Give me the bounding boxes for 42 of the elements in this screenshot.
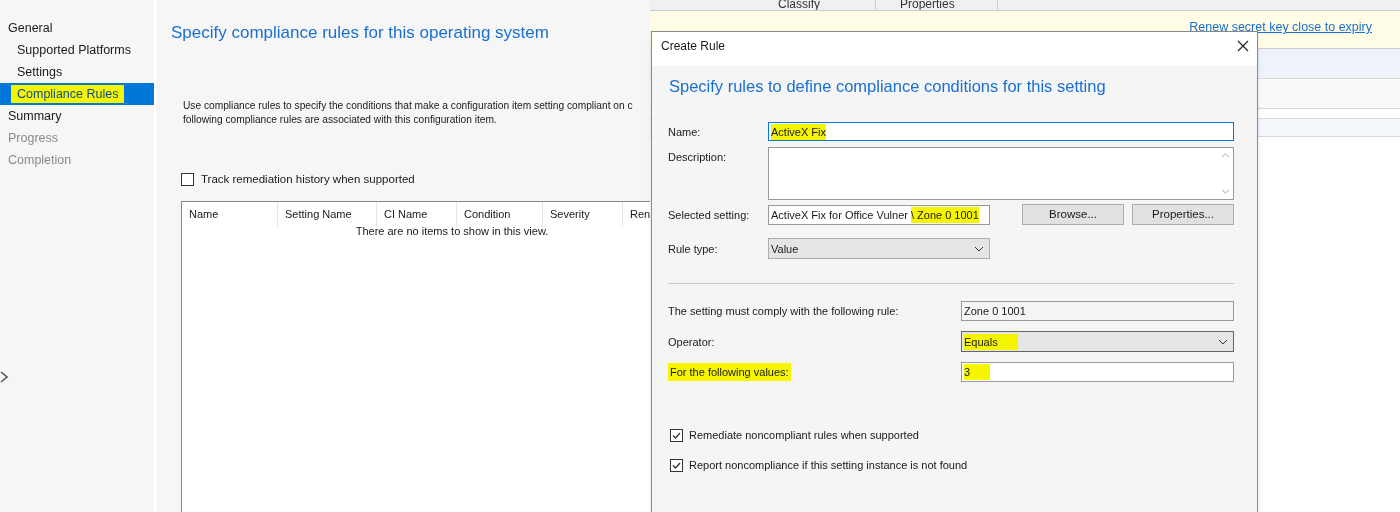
- dialog-button[interactable]: Properties...: [1132, 204, 1234, 226]
- column-header[interactable]: Severity: [543, 201, 623, 227]
- field-label: Rule type:: [668, 241, 719, 257]
- nav-item[interactable]: Settings: [0, 61, 154, 83]
- renew-link[interactable]: Renew secret key close to expiry: [1189, 18, 1372, 37]
- dialog-title: Create Rule: [661, 38, 726, 55]
- column-header[interactable]: Condition: [457, 201, 543, 227]
- checkbox[interactable]: [181, 172, 194, 186]
- close-icon[interactable]: [1237, 40, 1249, 52]
- intro-text: following compliance rules are associated with this configuration item.: [183, 112, 498, 127]
- field-label: Name:: [668, 124, 702, 140]
- field-label: For the following values:: [668, 363, 961, 380]
- ribbon-tab[interactable]: Properties: [876, 0, 998, 10]
- nav-item[interactable]: Compliance Rules: [0, 83, 154, 105]
- page-heading: Specify compliance rules for this operating system: [171, 22, 550, 44]
- dialog-heading: Specify rules to define compliance conditions for this setting: [669, 76, 1106, 97]
- description-field[interactable]: [768, 146, 1234, 200]
- field-label: The setting must comply with the following rule:: [668, 303, 900, 319]
- values-field[interactable]: 3: [961, 361, 1234, 382]
- nav-item[interactable]: General: [0, 17, 154, 39]
- field-label: Selected setting:: [668, 207, 751, 223]
- expand-icon[interactable]: [0, 369, 10, 385]
- intro-text: Use compliance rules to specify the conditions that make a configuration item setting compliant on c: [183, 98, 634, 113]
- nav-item[interactable]: Supported Platforms: [0, 39, 154, 61]
- checkbox-label: Track remediation history when supported: [201, 171, 415, 187]
- dialog-button[interactable]: Browse...: [1022, 204, 1124, 226]
- column-header[interactable]: CI Name: [377, 201, 457, 227]
- rule-type-dropdown[interactable]: Value: [768, 238, 990, 260]
- column-header[interactable]: Name: [182, 201, 278, 227]
- name-field[interactable]: ActiveX Fix: [768, 122, 1234, 142]
- operator-dropdown[interactable]: Equals: [961, 331, 1234, 353]
- checkbox-label: Report noncompliance if this setting instance is not found: [689, 458, 968, 474]
- checkbox-label: Remediate noncompliant rules when supported: [689, 427, 919, 443]
- column-header[interactable]: Setting Name: [278, 201, 377, 227]
- selected-setting-field: ActiveX Fix for Office Vulner \ Zone 0 1001: [768, 204, 990, 225]
- field-label: Operator:: [668, 334, 716, 350]
- field-label: Description:: [668, 149, 728, 165]
- nav-item[interactable]: Summary: [0, 105, 154, 127]
- checkbox[interactable]: [670, 459, 683, 472]
- rule-field: Zone 0 1001: [961, 300, 1234, 321]
- ribbon-tab[interactable]: Classify: [754, 0, 876, 10]
- checkbox[interactable]: [670, 428, 683, 442]
